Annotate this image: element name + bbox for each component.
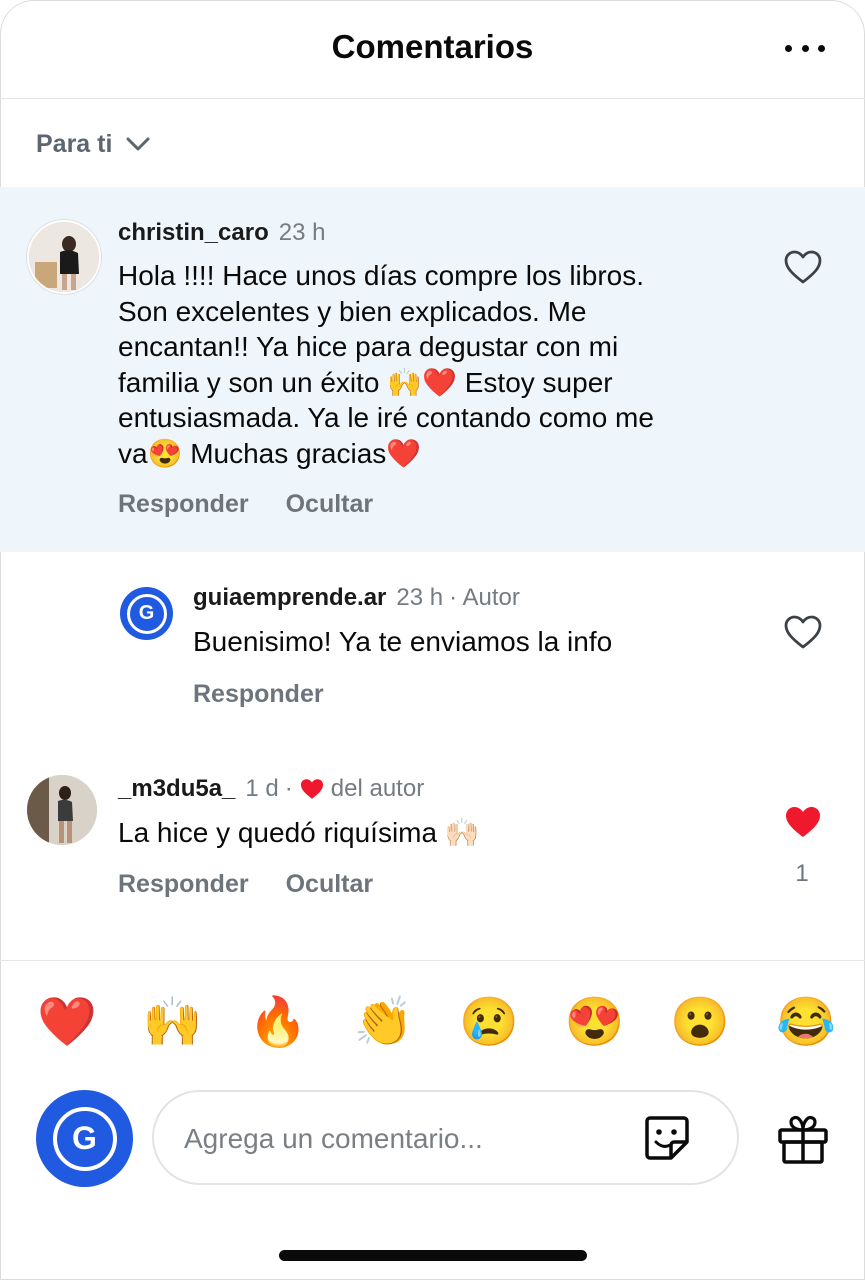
emoji-laugh[interactable]: 😂	[776, 995, 836, 1051]
heart-outline-icon[interactable]	[783, 614, 823, 650]
more-horizontal-icon	[785, 44, 792, 52]
comment-time: 23 h	[396, 584, 444, 611]
avatar-photo	[27, 775, 97, 845]
divider	[0, 960, 865, 961]
emoji-raised-hands[interactable]: 🙌	[143, 995, 203, 1051]
sticker-icon[interactable]	[641, 1112, 693, 1164]
emoji-heart[interactable]: ❤️	[37, 995, 97, 1051]
comment-input[interactable]	[182, 1116, 626, 1162]
comment-item: christin_caro 23 h Hola !!!! Hace unos d…	[0, 187, 865, 552]
comment-text: Hola !!!! Hace unos días compre los libr…	[118, 260, 654, 469]
home-indicator[interactable]	[279, 1250, 587, 1261]
heart-outline-icon[interactable]	[783, 249, 823, 285]
reply-button[interactable]: Responder	[118, 490, 249, 519]
avatar[interactable]	[27, 220, 101, 294]
page-title: Comentarios	[331, 28, 534, 65]
comment-username[interactable]: _m3du5a_	[118, 775, 235, 803]
comment-time: 23 h	[278, 219, 326, 246]
hide-button[interactable]: Ocultar	[286, 490, 374, 519]
heart-filled-icon[interactable]	[783, 804, 823, 840]
brand-logo: G	[52, 1106, 117, 1171]
comment-item: _m3du5a_ 1 d · del autor La hice y quedó…	[0, 742, 865, 942]
hide-button[interactable]: Ocultar	[286, 870, 374, 899]
sort-filter-dropdown[interactable]: Para ti	[36, 124, 152, 164]
emoji-surprised[interactable]: 😮	[670, 995, 730, 1051]
comments-sheet: Comentarios Para ti christin_caro 23 h H…	[0, 0, 865, 1280]
reply-item: G guiaemprende.ar 23 h · Autor Buenisimo…	[0, 552, 865, 742]
avatar-photo	[29, 222, 99, 292]
avatar[interactable]: G	[120, 587, 173, 640]
comment-text: Buenisimo! Ya te enviamos la info	[193, 626, 613, 657]
heart-filled-icon	[300, 779, 323, 799]
liked-by-author-label: del autor	[330, 775, 425, 802]
composer-avatar[interactable]: G	[36, 1090, 133, 1187]
meta-separator: ·	[284, 775, 293, 802]
comment-text: La hice y quedó riquísima 🙌🏻	[118, 817, 480, 848]
more-options-button[interactable]	[785, 30, 825, 66]
comment-username[interactable]: guiaemprende.ar	[193, 584, 386, 612]
emoji-cry[interactable]: 😢	[459, 995, 519, 1051]
avatar[interactable]	[27, 775, 97, 845]
emoji-fire[interactable]: 🔥	[248, 995, 308, 1051]
brand-logo: G	[126, 593, 167, 634]
gift-icon[interactable]	[776, 1112, 830, 1166]
emoji-heart-eyes[interactable]: 😍	[565, 995, 625, 1051]
emoji-reaction-bar: ❤️ 🙌 🔥 👏 😢 😍 😮 😂	[37, 995, 836, 1051]
chevron-down-icon	[126, 137, 150, 151]
emoji-clap[interactable]: 👏	[354, 995, 414, 1051]
comment-time: 1 d	[245, 775, 279, 802]
author-badge: · Autor	[449, 584, 520, 611]
filter-label: Para ti	[36, 129, 113, 158]
like-count: 1	[795, 860, 809, 887]
comment-username[interactable]: christin_caro	[118, 219, 269, 247]
header: Comentarios	[0, 0, 865, 99]
reply-button[interactable]: Responder	[118, 870, 249, 899]
reply-button[interactable]: Responder	[193, 680, 324, 709]
comment-composer	[152, 1090, 739, 1185]
